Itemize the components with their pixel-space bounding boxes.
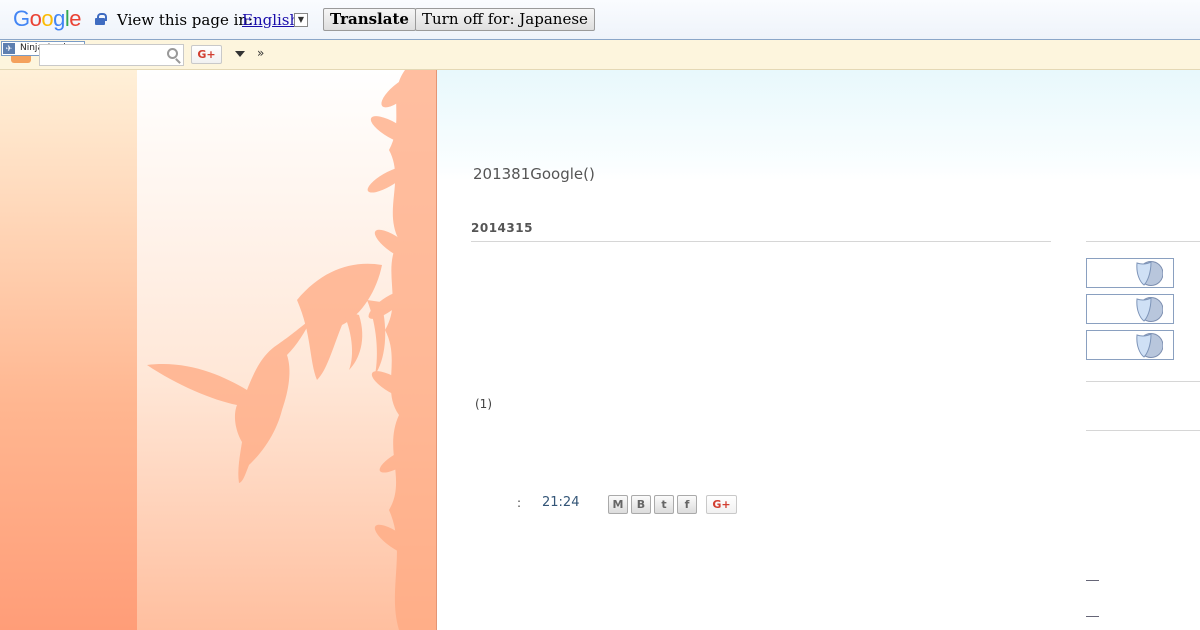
sidebar-link[interactable]	[1086, 580, 1099, 581]
shield-icon	[1136, 261, 1163, 286]
sidebar-divider	[1086, 241, 1200, 242]
search-icon[interactable]	[167, 48, 178, 59]
language-link[interactable]: English	[242, 11, 299, 29]
share-google-plus-button[interactable]: G+	[706, 495, 737, 514]
post-date: 2014315	[471, 221, 533, 235]
ninja-icon: ✈	[3, 43, 15, 54]
shield-icon	[1136, 333, 1163, 358]
hummingbird-flowers-illustration	[147, 70, 436, 630]
divider	[471, 241, 1051, 242]
facebook-icon[interactable]: f	[677, 495, 697, 514]
shield-badge[interactable]	[1086, 294, 1174, 324]
posted-at-label: :	[517, 496, 522, 510]
search-input[interactable]	[39, 44, 184, 66]
post-time-link[interactable]: 21:24	[542, 495, 579, 510]
comments-link[interactable]: (1)	[475, 397, 492, 411]
email-icon[interactable]: M	[608, 495, 628, 514]
sidebar-divider	[1086, 430, 1200, 431]
more-button[interactable]: »	[257, 46, 264, 60]
blogger-icon[interactable]: B	[631, 495, 651, 514]
chevron-down-icon[interactable]	[235, 51, 245, 57]
google-plus-button[interactable]: G+	[191, 45, 222, 64]
sidebar-divider	[1086, 381, 1200, 382]
blogger-navbar: ✈Ninja Analyze G+ »	[0, 40, 1200, 70]
header-decoration	[137, 70, 437, 630]
sidebar-link[interactable]	[1086, 616, 1099, 617]
translate-bar: Google View this page in: English ▼ Tran…	[0, 0, 1200, 40]
shield-icon	[1136, 297, 1163, 322]
blog-title[interactable]: 201381Google()	[473, 165, 595, 183]
view-page-label: View this page in:	[117, 11, 254, 29]
twitter-icon[interactable]: t	[654, 495, 674, 514]
turn-off-translate-button[interactable]: Turn off for: Japanese	[415, 8, 595, 31]
left-decorative-strip	[0, 70, 137, 630]
language-dropdown-icon[interactable]: ▼	[294, 13, 308, 27]
shield-badge[interactable]	[1086, 258, 1174, 288]
translate-button[interactable]: Translate	[323, 8, 416, 31]
shield-badge[interactable]	[1086, 330, 1174, 360]
google-logo: Google	[13, 6, 82, 31]
lock-icon	[95, 13, 107, 25]
